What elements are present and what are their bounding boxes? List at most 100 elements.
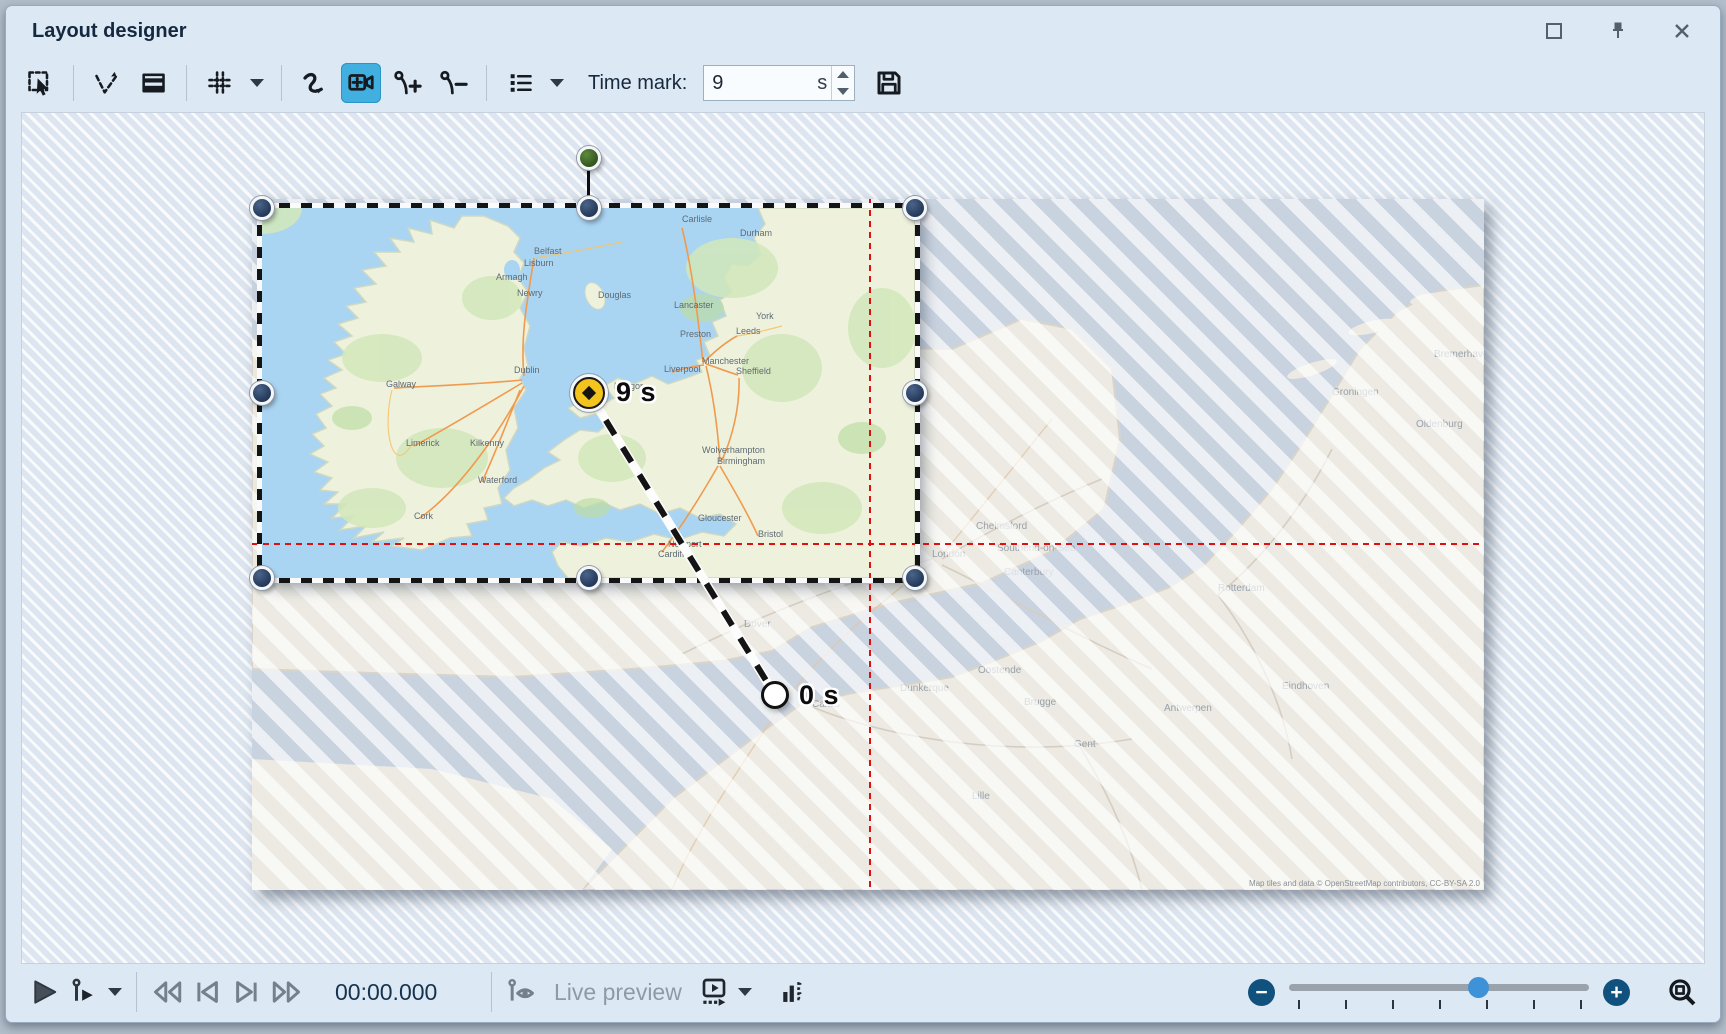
selection-handle-middle-right[interactable]	[903, 381, 927, 405]
layout-designer-window: Layout designer	[5, 5, 1721, 1023]
window-controls	[1542, 19, 1694, 43]
layer-order-button[interactable]	[133, 63, 173, 103]
map-city-label: Manchester	[702, 356, 749, 366]
selection-handle-top-left[interactable]	[250, 196, 274, 220]
zoom-to-fit-button[interactable]	[1662, 972, 1702, 1012]
map-city-label: York	[756, 311, 774, 321]
zoom-slider-thumb[interactable]	[1468, 977, 1489, 998]
maximize-button[interactable]	[1542, 19, 1566, 43]
transport-separator	[136, 972, 137, 1012]
list-dropdown-button[interactable]	[546, 63, 568, 103]
map-city-label: Lisburn	[524, 258, 554, 268]
skip-to-end-button[interactable]	[227, 972, 267, 1012]
map-city-label: Durham	[740, 228, 772, 238]
grid-dropdown-button[interactable]	[246, 63, 268, 103]
render-dropdown-button[interactable]	[734, 972, 756, 1012]
keyframe-list-button[interactable]	[500, 63, 540, 103]
grid-button[interactable]	[200, 63, 240, 103]
track-path-button[interactable]	[87, 63, 127, 103]
map-city-label: Limerick	[406, 438, 440, 448]
keyframe-label-start: 0 s	[799, 680, 840, 711]
map-city-label: Preston	[680, 329, 711, 339]
play-from-mark-icon	[69, 977, 99, 1007]
pin-button[interactable]	[1606, 19, 1630, 43]
toolbar-separator	[73, 65, 74, 101]
camera-pan-icon	[346, 68, 376, 98]
zoom-slider	[1289, 975, 1589, 1009]
track-path-icon	[93, 69, 121, 97]
skip-to-start-button[interactable]	[187, 972, 227, 1012]
selection-handle-bottom-right[interactable]	[903, 566, 927, 590]
map-city-label: Galway	[386, 379, 417, 389]
map-city-label: Waterford	[478, 475, 517, 485]
minus-icon: −	[1255, 981, 1267, 1004]
selection-handle-top-center[interactable]	[577, 196, 601, 220]
map-city-label: Liverpool	[664, 364, 701, 374]
design-canvas[interactable]: LondonChelmsfordSouthend-on-SeaCanterbur…	[21, 112, 1705, 964]
zoom-slider-track[interactable]	[1289, 984, 1589, 991]
close-icon	[1672, 21, 1692, 41]
playback-time: 00:00.000	[335, 979, 453, 1006]
live-preview-toggle[interactable]	[502, 972, 542, 1012]
keyframe-label-end: 9 s	[616, 377, 657, 408]
keyframe-remove-button[interactable]	[433, 63, 473, 103]
spinner-up-icon	[837, 71, 849, 78]
pin-icon	[1608, 21, 1628, 41]
transport-bar: 00:00.000 Live preview	[6, 962, 1720, 1022]
rewind-icon	[150, 977, 184, 1007]
statistics-button[interactable]	[772, 972, 812, 1012]
selection-handle-bottom-center[interactable]	[577, 566, 601, 590]
render-preview-icon	[698, 976, 730, 1008]
play-from-mark-button[interactable]	[64, 972, 104, 1012]
keyframe-add-button[interactable]	[387, 63, 427, 103]
skip-start-icon	[192, 977, 222, 1007]
save-icon	[874, 68, 904, 98]
map-city-label: Armagh	[496, 272, 528, 282]
chevron-down-icon	[738, 988, 752, 996]
zoom-slider-ticks	[1289, 1000, 1589, 1009]
time-mark-input[interactable]	[704, 72, 786, 95]
keyframe-marker-current[interactable]	[573, 377, 605, 409]
live-preview-label: Live preview	[554, 979, 682, 1006]
spinner-down-button[interactable]	[832, 83, 854, 100]
zoom-out-button[interactable]: −	[1248, 979, 1275, 1006]
play-button[interactable]	[24, 972, 64, 1012]
selection-handle-top-right[interactable]	[903, 196, 927, 220]
map-city-label: Birmingham	[717, 456, 765, 466]
close-button[interactable]	[1670, 19, 1694, 43]
smooth-curve-button[interactable]	[295, 63, 335, 103]
rewind-button[interactable]	[147, 972, 187, 1012]
keyframe-remove-icon	[438, 68, 468, 98]
live-preview-pin-eye-icon	[506, 977, 538, 1007]
render-preview-button[interactable]	[694, 972, 734, 1012]
selection-handle-bottom-left[interactable]	[250, 566, 274, 590]
keyframe-marker-start[interactable]	[761, 681, 789, 709]
map-city-label: Kilkenny	[470, 438, 505, 448]
grid-icon	[206, 69, 234, 97]
toolbar: Time mark: s	[6, 56, 1720, 110]
select-tool-button[interactable]	[20, 63, 60, 103]
zoom-controls: − +	[1248, 972, 1702, 1012]
map-city-label: Carlisle	[682, 214, 712, 224]
vertical-guide-line	[869, 199, 871, 890]
fast-forward-button[interactable]	[267, 972, 307, 1012]
toolbar-separator	[486, 65, 487, 101]
select-tool-icon	[26, 69, 54, 97]
chevron-down-icon	[550, 79, 564, 87]
page-title: Layout designer	[32, 20, 186, 43]
chevron-down-icon	[250, 79, 264, 87]
camera-pan-tool-button[interactable]	[341, 63, 381, 103]
zoom-in-button[interactable]: +	[1603, 979, 1630, 1006]
map-city-label: Douglas	[598, 290, 632, 300]
map-city-label: Lancaster	[674, 300, 714, 310]
time-mark-spinner	[831, 66, 854, 100]
map-city-label: Cardiff	[658, 549, 685, 559]
save-button[interactable]	[869, 63, 909, 103]
spinner-up-button[interactable]	[832, 66, 854, 83]
rotation-handle[interactable]	[577, 146, 601, 170]
selection-handle-middle-left[interactable]	[250, 381, 274, 405]
chevron-down-icon	[108, 988, 122, 996]
horizontal-guide-line	[252, 543, 1484, 545]
map-city-label: Wolverhampton	[702, 445, 765, 455]
play-dropdown-button[interactable]	[104, 972, 126, 1012]
